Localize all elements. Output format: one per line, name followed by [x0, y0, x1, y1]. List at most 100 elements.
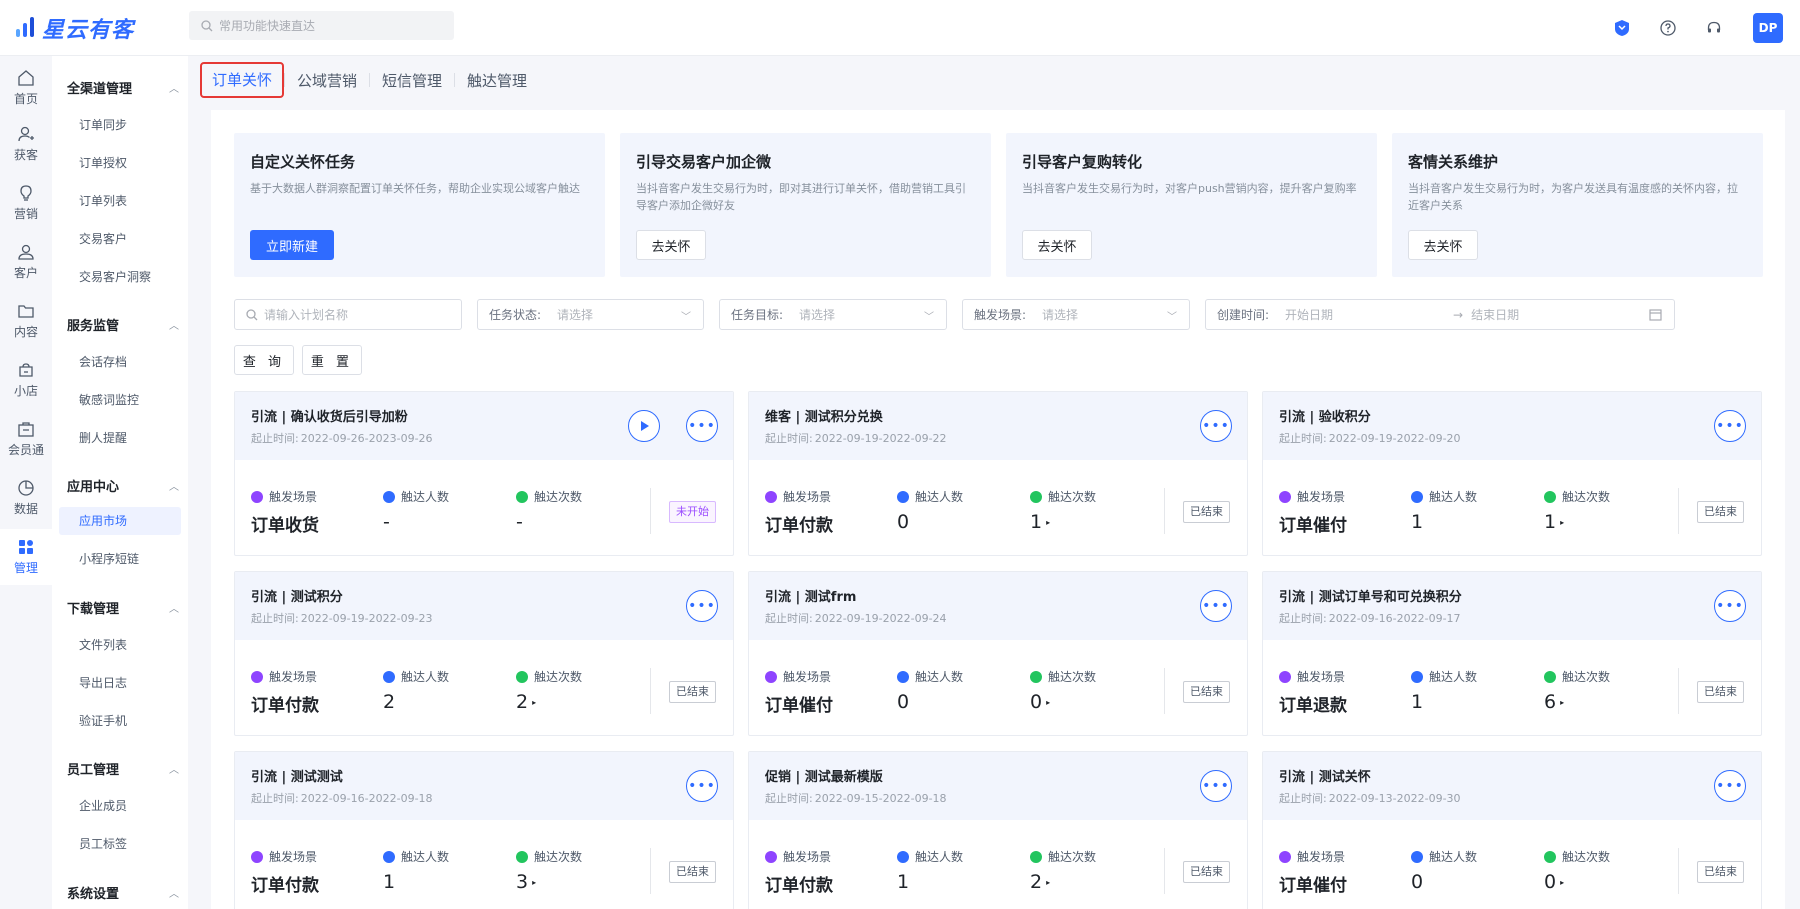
more-button[interactable]: •••: [1200, 590, 1232, 622]
tab-order-care[interactable]: 订单关怀: [200, 62, 285, 98]
rail-item-customer[interactable]: 客户: [0, 234, 52, 290]
query-button[interactable]: 查 询: [234, 345, 294, 375]
task-card[interactable]: 引流 | 测试订单号和可兑换积分 起止时间: 2022-09-16-2022-09-…: [1262, 571, 1762, 736]
caret-right-icon[interactable]: ▸: [1046, 518, 1050, 527]
caret-right-icon[interactable]: ▸: [1560, 698, 1564, 707]
rail-item-content[interactable]: 内容: [0, 293, 52, 349]
scene-icon: [251, 490, 263, 503]
task-card[interactable]: 引流 | 测试frm 起止时间: 2022-09-19-2022-09-24 ••• 触…: [748, 571, 1248, 736]
rail-item-data[interactable]: 数据: [0, 470, 52, 526]
caret-right-icon[interactable]: ▸: [1560, 518, 1564, 527]
sidebar-item-miniapp-link[interactable]: 小程序短链: [59, 545, 181, 573]
sidebar-item-order-list[interactable]: 订单列表: [59, 187, 181, 215]
sidebar-item-verify-phone[interactable]: 验证手机: [59, 707, 181, 735]
rail-item-marketing[interactable]: 营销: [0, 175, 52, 231]
sidebar-group-service[interactable]: 服务监管 ︿: [67, 315, 179, 334]
more-button[interactable]: •••: [1200, 770, 1232, 802]
headset-icon[interactable]: [1703, 17, 1725, 39]
trigger-scene-select[interactable]: 触发场景: 请选择 ﹀: [962, 299, 1190, 330]
user-add-icon: [18, 126, 34, 142]
quick-search[interactable]: 常用功能快速直达: [189, 11, 454, 40]
card-desc: 当抖音客户发生交易行为时，为客户发送具有温度感的关怀内容，拉近客户关系: [1408, 182, 1738, 212]
reach-people-value: 1: [1411, 511, 1424, 533]
times-icon: [1030, 850, 1042, 863]
feature-card: 客情关系维护 当抖音客户发生交易行为时，为客户发送具有温度感的关怀内容，拉近客户…: [1392, 133, 1763, 277]
sidebar-group-downloads[interactable]: 下载管理 ︿: [67, 598, 179, 617]
more-button[interactable]: •••: [686, 590, 718, 622]
create-now-button[interactable]: 立即新建: [250, 230, 334, 260]
reach-people-value: 0: [897, 511, 910, 533]
sidebar-item-staff-tags[interactable]: 员工标签: [59, 830, 181, 858]
people-icon: [897, 670, 909, 683]
plan-name-input[interactable]: 请输入计划名称: [234, 299, 462, 330]
caret-right-icon[interactable]: ▸: [532, 878, 536, 887]
task-date-range: 起止时间: 2022-09-19-2022-09-20: [1279, 432, 1461, 445]
reset-button[interactable]: 重 置: [302, 345, 362, 375]
sidebar-item-trade-insight[interactable]: 交易客户洞察: [59, 263, 181, 291]
status-badge: 已结束: [1697, 681, 1744, 703]
sidebar-item-app-market[interactable]: 应用市场: [59, 507, 181, 535]
chart-pie-icon: [18, 480, 34, 496]
task-metrics: 触发场景 订单付款 触达人数 1 触达次数 2 ▸ 已结束: [765, 848, 1231, 898]
app-logo[interactable]: 星云有客: [14, 10, 134, 46]
help-icon[interactable]: [1657, 17, 1679, 39]
sidebar-item-trade-customer[interactable]: 交易客户: [59, 225, 181, 253]
more-button[interactable]: •••: [1200, 410, 1232, 442]
scene-icon: [765, 490, 777, 503]
rail-item-acquire[interactable]: 获客: [0, 116, 52, 172]
sidebar-item-members[interactable]: 企业成员: [59, 792, 181, 820]
task-card[interactable]: 引流 | 测试关怀 起止时间: 2022-09-13-2022-09-30 ••• 触发…: [1262, 751, 1762, 909]
sidebar-group-apps[interactable]: 应用中心 ︿: [67, 476, 179, 495]
sidebar-item-delete-alert[interactable]: 删人提醒: [59, 424, 181, 452]
rail-item-shop[interactable]: 小店: [0, 352, 52, 408]
task-card[interactable]: 引流 | 测试积分 起止时间: 2022-09-19-2022-09-23 ••• 触发…: [234, 571, 734, 736]
go-care-button[interactable]: 去关怀: [1022, 230, 1092, 260]
sidebar-item-chat-archive[interactable]: 会话存档: [59, 348, 181, 376]
task-card[interactable]: 促销 | 测试最新模版 起止时间: 2022-09-15-2022-09-18 •••…: [748, 751, 1248, 909]
caret-right-icon[interactable]: ▸: [1560, 878, 1564, 887]
reach-times-value: 6: [1544, 691, 1557, 713]
sidebar-item-sensitive-words[interactable]: 敏感词监控: [59, 386, 181, 414]
task-card[interactable]: 引流 | 确认收货后引导加粉 起止时间: 2022-09-26-2023-09-26…: [234, 391, 734, 556]
task-card[interactable]: 引流 | 验收积分 起止时间: 2022-09-19-2022-09-20 ••• 触发…: [1262, 391, 1762, 556]
caret-right-icon[interactable]: ▸: [1046, 698, 1050, 707]
tab-sms[interactable]: 短信管理: [370, 70, 454, 91]
user-avatar[interactable]: DP: [1753, 13, 1783, 43]
go-care-button[interactable]: 去关怀: [636, 230, 706, 260]
play-button[interactable]: [628, 410, 660, 442]
sidebar-group-staff[interactable]: 员工管理 ︿: [67, 759, 179, 778]
people-icon: [897, 850, 909, 863]
more-button[interactable]: •••: [1714, 410, 1746, 442]
task-target-select[interactable]: 任务目标: 请选择 ﹀: [719, 299, 947, 330]
shield-icon[interactable]: [1611, 17, 1633, 39]
chevron-up-icon: ︿: [169, 889, 179, 900]
more-button[interactable]: •••: [686, 770, 718, 802]
more-button[interactable]: •••: [1714, 590, 1746, 622]
rail-item-home[interactable]: 首页: [0, 60, 52, 116]
task-card[interactable]: 维客 | 测试积分兑换 起止时间: 2022-09-19-2022-09-22 •••…: [748, 391, 1248, 556]
sidebar-item-order-sync[interactable]: 订单同步: [59, 111, 181, 139]
sidebar-group-settings[interactable]: 系统设置 ︿: [67, 883, 179, 902]
task-card[interactable]: 引流 | 测试测试 起止时间: 2022-09-16-2022-09-18 ••• 触发…: [234, 751, 734, 909]
start-date-input[interactable]: 开始日期: [1285, 306, 1445, 323]
member-icon: [18, 422, 34, 437]
sidebar-group-omnichannel[interactable]: 全渠道管理 ︿: [67, 78, 179, 97]
sidebar-item-file-list[interactable]: 文件列表: [59, 631, 181, 659]
end-date-input[interactable]: 结束日期: [1471, 306, 1519, 323]
chevron-up-icon: ︿: [169, 765, 179, 776]
go-care-button[interactable]: 去关怀: [1408, 230, 1478, 260]
tab-reach[interactable]: 触达管理: [455, 70, 539, 91]
more-button[interactable]: •••: [686, 410, 718, 442]
rail-item-manage[interactable]: 管理: [0, 529, 52, 585]
sidebar-item-export-log[interactable]: 导出日志: [59, 669, 181, 697]
caret-right-icon[interactable]: ▸: [1046, 878, 1050, 887]
divider: [1678, 848, 1679, 894]
tab-public-marketing[interactable]: 公域营销: [285, 70, 369, 91]
task-status-select[interactable]: 任务状态: 请选择 ﹀: [477, 299, 704, 330]
date-range-picker[interactable]: 创建时间: 开始日期 → 结束日期: [1205, 299, 1675, 330]
sidebar-item-order-auth[interactable]: 订单授权: [59, 149, 181, 177]
rail-item-member[interactable]: 会员通: [0, 411, 52, 467]
more-button[interactable]: •••: [1714, 770, 1746, 802]
task-date-range: 起止时间: 2022-09-19-2022-09-24: [765, 612, 947, 625]
caret-right-icon[interactable]: ▸: [532, 698, 536, 707]
